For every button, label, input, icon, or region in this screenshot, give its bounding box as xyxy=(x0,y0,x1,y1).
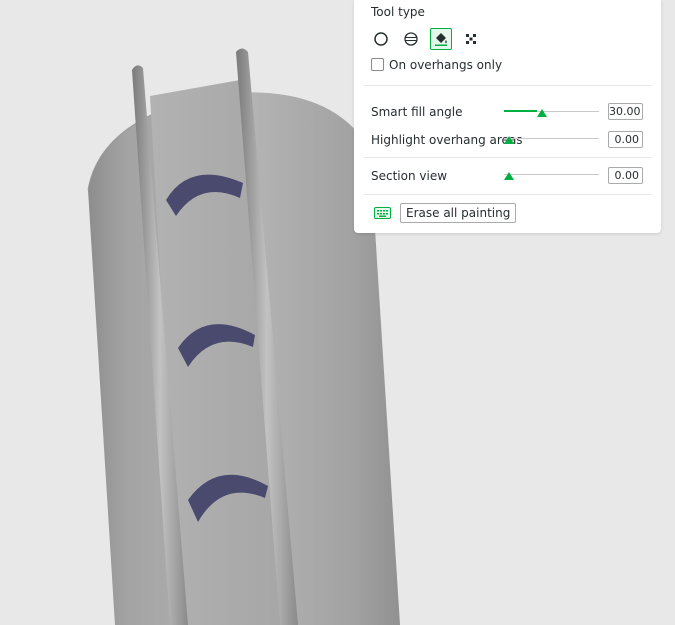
painting-tool-panel: Tool type On overhangs only Smart fill a… xyxy=(354,0,661,233)
slider-thumb[interactable] xyxy=(537,109,547,117)
section-view-label: Section view xyxy=(371,169,448,183)
keyboard-icon[interactable] xyxy=(374,207,391,219)
tool-gap-fill-button[interactable] xyxy=(460,28,482,50)
slider-thumb[interactable] xyxy=(504,136,514,144)
tool-sphere-button[interactable] xyxy=(400,28,422,50)
separator xyxy=(364,157,651,158)
smart-fill-angle-input[interactable]: 30.00 xyxy=(608,103,643,120)
erase-all-painting-button[interactable]: Erase all painting xyxy=(400,203,517,223)
slider-thumb[interactable] xyxy=(504,172,514,180)
section-view-slider[interactable] xyxy=(504,169,599,183)
gap-fill-icon xyxy=(466,34,476,44)
highlight-overhang-input[interactable]: 0.00 xyxy=(608,131,643,148)
fill-bucket-icon xyxy=(435,33,447,46)
smart-fill-angle-slider[interactable] xyxy=(504,106,599,120)
tool-circle-button[interactable] xyxy=(370,28,392,50)
highlight-overhang-slider[interactable] xyxy=(504,133,599,147)
sphere-icon xyxy=(404,32,418,46)
on-overhangs-only-checkbox[interactable] xyxy=(371,58,384,71)
tool-type-label: Tool type xyxy=(371,5,425,19)
smart-fill-angle-label: Smart fill angle xyxy=(371,105,463,119)
on-overhangs-only-label: On overhangs only xyxy=(389,58,503,72)
section-view-input[interactable]: 0.00 xyxy=(608,167,643,184)
separator xyxy=(364,85,651,86)
tool-fill-button[interactable] xyxy=(430,28,452,50)
circle-icon xyxy=(374,32,388,46)
separator xyxy=(364,194,651,195)
highlight-overhang-label: Highlight overhang areas xyxy=(371,133,523,147)
